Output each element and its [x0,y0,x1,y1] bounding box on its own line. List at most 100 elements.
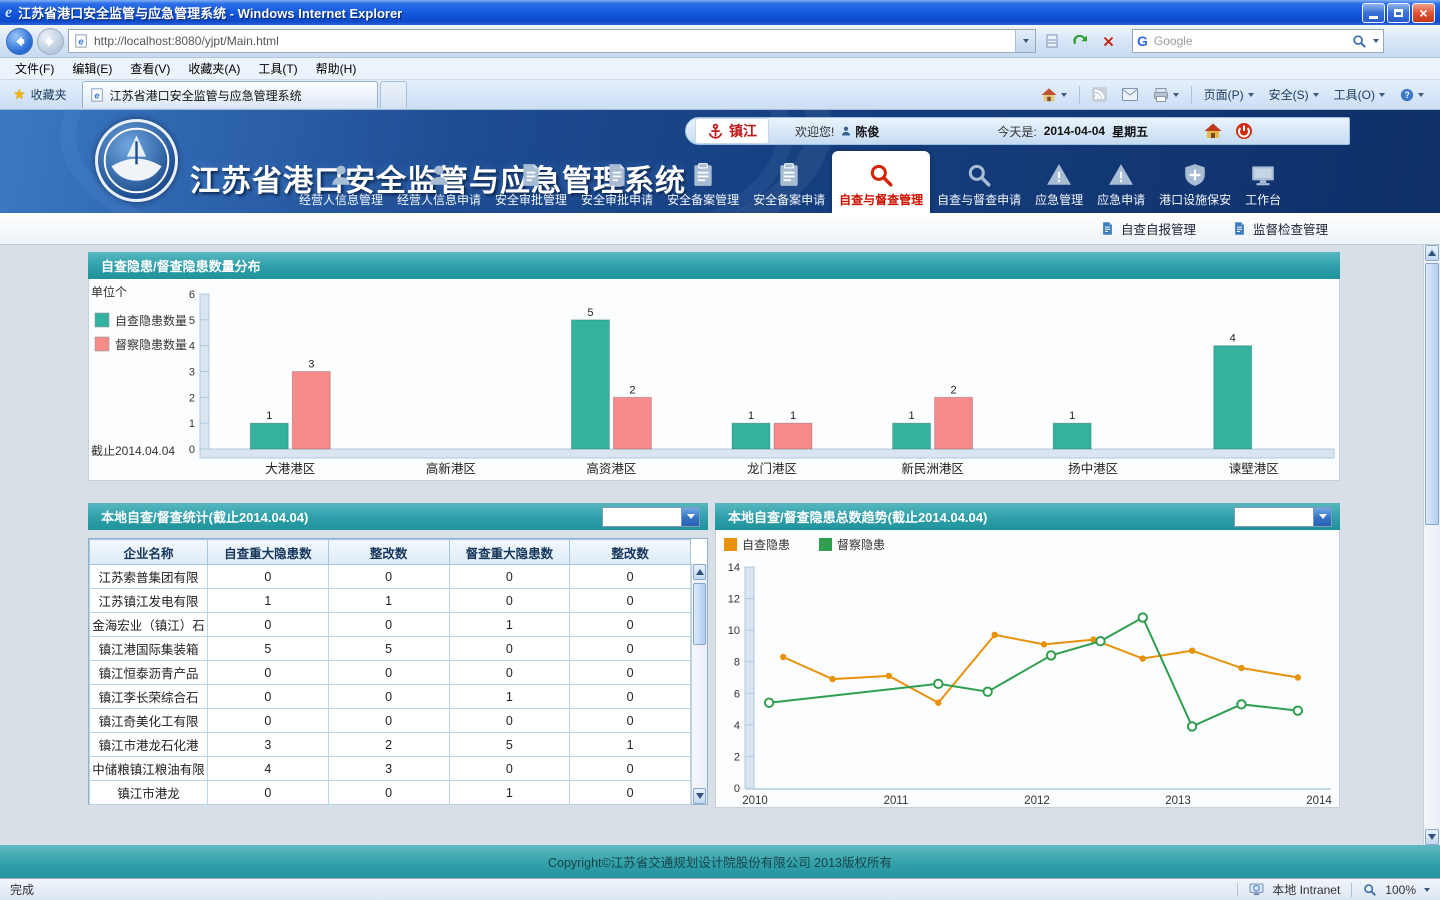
column-header-4: 督查重大隐患数 [449,540,570,565]
home-button[interactable] [1035,84,1073,106]
chevron-down-icon[interactable] [681,508,699,526]
compatibility-icon [1044,33,1060,49]
subnav-item-1[interactable]: 自查自报管理 [1100,219,1196,238]
search-box[interactable]: G Google [1132,29,1384,53]
nav-item-1[interactable]: 经营人信息管理 [292,151,390,213]
menu-tools[interactable]: 工具(T) [249,58,306,79]
tools-menu-button[interactable]: 工具(O) [1328,83,1391,106]
nav-item-7[interactable]: 自查与督查管理 [832,151,930,213]
minimize-button[interactable] [1362,3,1385,23]
address-toolbar: e http://localhost:8080/yjpt/Main.html G… [0,25,1440,58]
svg-text:自查隐患: 自查隐患 [742,538,790,552]
svg-text:e: e [94,91,100,102]
content-scrollbar-thumb[interactable] [1425,263,1439,525]
menu-file[interactable]: 文件(F) [6,58,63,79]
nav-item-11[interactable]: 港口设施保安 [1152,151,1238,213]
svg-text:单位个: 单位个 [91,284,127,299]
forward-button[interactable] [37,28,64,55]
nav-item-label: 应急申请 [1097,191,1145,208]
nav-item-9[interactable]: 应急管理 [1028,151,1090,213]
table-scroll-up-button[interactable] [693,564,706,580]
back-button[interactable] [6,28,33,55]
svg-text:1: 1 [1069,410,1075,422]
zoom-icon[interactable] [1363,883,1377,897]
menu-bar: 文件(F) 编辑(E) 查看(V) 收藏夹(A) 工具(T) 帮助(H) [0,58,1440,80]
table-filter-select[interactable] [602,507,700,527]
close-button[interactable]: × [1412,3,1435,23]
search-icon[interactable] [1352,34,1367,49]
browser-tab[interactable]: e 江苏省港口安全监管与应急管理系统 [82,81,378,108]
nav-item-10[interactable]: 应急申请 [1090,151,1152,213]
nav-item-4[interactable]: 安全审批申请 [574,151,660,213]
table-row: 镇江恒泰沥青产品0000 [90,661,691,685]
trend-panel-header: 本地自查/督查隐患总数趋势(截止2014.04.04) [715,503,1340,530]
stop-icon [1101,34,1116,49]
content-scroll-up-button[interactable] [1425,245,1439,261]
menu-help[interactable]: 帮助(H) [307,58,366,79]
page-menu-button[interactable]: 页面(P) [1198,83,1260,106]
stop-button[interactable] [1096,29,1120,53]
subnav-item-2[interactable]: 监督检查管理 [1232,219,1328,238]
nav-item-12[interactable]: 工作台 [1238,151,1288,213]
subnav-item-label: 自查自报管理 [1121,219,1196,238]
content-scroll-down-button[interactable] [1425,829,1439,845]
refresh-icon [1072,33,1088,49]
star-icon: ★ [13,86,26,103]
address-field[interactable]: e http://localhost:8080/yjpt/Main.html [68,29,1036,53]
svg-text:12: 12 [728,594,740,606]
nav-item-label: 港口设施保安 [1159,191,1231,208]
window-titlebar: e 江苏省港口安全监管与应急管理系统 - Windows Internet Ex… [0,0,1440,25]
nav-item-2[interactable]: 经营人信息申请 [390,151,488,213]
feeds-button[interactable] [1086,84,1113,105]
svg-text:1: 1 [909,410,915,422]
favorites-button[interactable]: ★ 收藏夹 [4,83,76,106]
zoom-level[interactable]: 100% [1385,883,1416,897]
trend-chart: 自查隐患督察隐患0246810121420102011201220132014 [715,530,1340,808]
city-badge: 镇江 [695,118,769,144]
chevron-down-icon[interactable] [1313,508,1331,526]
warning-icon [1108,162,1134,188]
nav-item-5[interactable]: 安全备案管理 [660,151,746,213]
safety-menu-button[interactable]: 安全(S) [1263,83,1325,106]
table-scroll-down-button[interactable] [693,788,706,804]
restore-button[interactable] [1387,3,1410,23]
anchor-icon [707,123,724,140]
table-panel-header: 本地自查/督查统计(截止2014.04.04) [88,503,708,530]
menu-favorites[interactable]: 收藏夹(A) [179,58,249,79]
home-shortcut-icon[interactable] [1204,122,1222,140]
search-dropdown-icon[interactable] [1373,39,1379,43]
nav-item-3[interactable]: 安全审批管理 [488,151,574,213]
compatibility-view-button[interactable] [1040,29,1064,53]
help-icon: ? [1400,88,1414,102]
menu-edit[interactable]: 编辑(E) [63,58,121,79]
print-button[interactable] [1147,84,1185,106]
trend-filter-select[interactable] [1234,507,1332,527]
new-tab-stub[interactable] [380,81,407,108]
nav-item-label: 自查与督查申请 [937,191,1021,208]
nav-item-6[interactable]: 安全备案申请 [746,151,832,213]
google-logo-icon: G [1137,33,1148,49]
zoom-dropdown-icon[interactable] [1424,888,1430,892]
table-scrollbar-thumb[interactable] [693,583,706,645]
web-page: 江苏省港口安全监管与应急管理系统 镇江 欢迎您! 陈俊 今天是: 2014-04… [0,110,1440,878]
table-scrollbar[interactable] [691,564,707,804]
doc-icon [604,162,630,188]
column-header-5: 整改数 [570,540,691,565]
home-icon [1041,87,1057,103]
address-dropdown-button[interactable] [1015,30,1035,52]
logout-power-icon[interactable] [1235,122,1253,140]
refresh-button[interactable] [1068,29,1092,53]
copyright-text: Copyright©江苏省交通规划设计院股份有限公司 2013版权所有 [548,852,892,871]
svg-text:4: 4 [189,341,195,353]
svg-text:截止2014.04.04: 截止2014.04.04 [91,444,175,458]
security-zone-label: 本地 Intranet [1272,881,1340,898]
table-row: 中储粮镇江粮油有限4300 [90,757,691,781]
svg-text:督察隐患: 督察隐患 [837,537,885,552]
svg-text:1: 1 [748,410,754,422]
menu-view[interactable]: 查看(V) [121,58,179,79]
nav-item-8[interactable]: 自查与督查申请 [930,151,1028,213]
svg-text:3: 3 [308,359,314,371]
help-menu-button[interactable]: ? [1394,85,1430,105]
content-scrollbar[interactable] [1423,245,1440,845]
read-mail-button[interactable] [1116,85,1144,104]
